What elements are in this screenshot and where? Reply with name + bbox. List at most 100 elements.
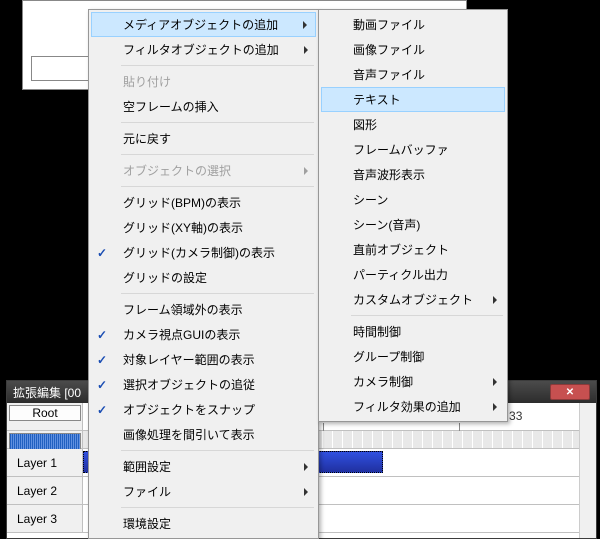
main-menu-item-label: グリッド(XY軸)の表示 — [123, 219, 243, 236]
main-menu-item-label: 範囲設定 — [123, 458, 171, 475]
root-button[interactable]: Root — [9, 405, 81, 421]
main-menu-item-label: グリッド(BPM)の表示 — [123, 194, 241, 211]
main-menu-item-label: グリッド(カメラ制御)の表示 — [123, 244, 275, 261]
sub-menu-item[interactable]: 図形 — [321, 112, 505, 137]
submenu-arrow-icon — [304, 46, 308, 54]
main-menu-item-label: 元に戻す — [123, 130, 171, 147]
check-icon: ✓ — [97, 246, 111, 260]
main-menu-item-label: 空フレームの挿入 — [123, 98, 219, 115]
menu-separator — [121, 450, 314, 451]
menu-separator — [121, 186, 314, 187]
submenu-arrow-icon — [303, 21, 307, 29]
menu-separator — [121, 122, 314, 123]
main-menu-item-label: 画像処理を間引いて表示 — [123, 426, 255, 443]
sub-menu-item-label: 動画ファイル — [353, 16, 425, 33]
main-menu-item[interactable]: 空フレームの挿入 — [91, 94, 316, 119]
sub-menu-item[interactable]: フィルタ効果の追加 — [321, 394, 505, 419]
main-menu-item-label: オブジェクトの選択 — [123, 162, 231, 179]
main-menu-item-label: 環境設定 — [123, 515, 171, 532]
scrollbar-vertical[interactable] — [579, 403, 596, 538]
layer-label[interactable]: Layer 3 — [7, 505, 83, 532]
main-menu-item: オブジェクトの選択 — [91, 158, 316, 183]
sub-menu-item-label: テキスト — [353, 91, 401, 108]
sub-menu-item[interactable]: シーン — [321, 187, 505, 212]
main-menu-item[interactable]: メディアオブジェクトの追加 — [91, 12, 316, 37]
main-menu-item[interactable]: ファイル — [91, 479, 316, 504]
sub-menu-item-label: フィルタ効果の追加 — [353, 398, 461, 415]
sub-menu-item[interactable]: 音声ファイル — [321, 62, 505, 87]
main-menu-item-label: フィルタオブジェクトの追加 — [123, 41, 279, 58]
submenu-arrow-icon — [304, 167, 308, 175]
sub-menu-item-label: パーティクル出力 — [353, 266, 448, 283]
main-menu-item[interactable]: グリッド(BPM)の表示 — [91, 190, 316, 215]
sub-menu-item[interactable]: 直前オブジェクト — [321, 237, 505, 262]
check-icon: ✓ — [97, 353, 111, 367]
main-menu-item[interactable]: 画像処理を間引いて表示 — [91, 422, 316, 447]
main-menu-item-label: 選択オブジェクトの追従 — [123, 376, 255, 393]
main-menu-item-label: メディアオブジェクトの追加 — [123, 16, 278, 33]
main-menu-item[interactable]: 範囲設定 — [91, 454, 316, 479]
menu-separator — [121, 293, 314, 294]
submenu-arrow-icon — [493, 378, 497, 386]
main-menu-item[interactable]: カメラ視点GUIの表示 ✓ — [91, 322, 316, 347]
sub-menu-item-label: 図形 — [353, 116, 377, 133]
main-menu-item-label: グリッドの設定 — [123, 269, 207, 286]
main-menu-item-label: 対象レイヤー範囲の表示 — [123, 351, 255, 368]
main-menu-item-label: ファイル — [123, 483, 171, 500]
sub-menu-item[interactable]: 画像ファイル — [321, 37, 505, 62]
close-icon[interactable]: ✕ — [550, 384, 590, 400]
menu-separator — [351, 315, 503, 316]
main-menu-item[interactable]: グリッド(XY軸)の表示 — [91, 215, 316, 240]
main-menu-item-label: フレーム領域外の表示 — [123, 301, 243, 318]
menu-separator — [121, 154, 314, 155]
main-menu-item[interactable]: 選択オブジェクトの追従 ✓ — [91, 372, 316, 397]
main-menu-item[interactable]: 環境設定 — [91, 511, 316, 536]
main-menu-item[interactable]: 元に戻す — [91, 126, 316, 151]
sub-menu-item-label: 音声波形表示 — [353, 166, 425, 183]
context-menu-sub: 動画ファイル画像ファイル音声ファイルテキスト図形フレームバッファ音声波形表示シー… — [318, 9, 508, 422]
main-menu-item-label: カメラ視点GUIの表示 — [123, 326, 240, 343]
main-menu-item-label: オブジェクトをスナップ — [123, 401, 255, 418]
sub-menu-item[interactable]: シーン(音声) — [321, 212, 505, 237]
submenu-arrow-icon — [493, 403, 497, 411]
sub-menu-item[interactable]: 音声波形表示 — [321, 162, 505, 187]
check-icon: ✓ — [97, 328, 111, 342]
sub-menu-item-label: 音声ファイル — [353, 66, 425, 83]
main-menu-item-label: 貼り付け — [123, 73, 171, 90]
main-menu-item[interactable]: グリッド(カメラ制御)の表示 ✓ — [91, 240, 316, 265]
submenu-arrow-icon — [304, 463, 308, 471]
sub-menu-item-label: カスタムオブジェクト — [353, 291, 473, 308]
sub-menu-item[interactable]: パーティクル出力 — [321, 262, 505, 287]
sub-menu-item[interactable]: 時間制御 — [321, 319, 505, 344]
main-menu-item: 貼り付け — [91, 69, 316, 94]
sub-menu-item-label: フレームバッファ — [353, 141, 449, 158]
background-inner — [31, 56, 91, 81]
menu-separator — [121, 65, 314, 66]
sub-menu-item[interactable]: カスタムオブジェクト — [321, 287, 505, 312]
sub-menu-item-label: シーン — [353, 191, 388, 208]
sub-menu-item-label: 画像ファイル — [353, 41, 425, 58]
timeline-title-text: 拡張編集 [00 — [13, 384, 81, 401]
submenu-arrow-icon — [304, 488, 308, 496]
main-menu-item[interactable]: フレーム領域外の表示 — [91, 297, 316, 322]
context-menu-main: メディアオブジェクトの追加フィルタオブジェクトの追加貼り付け空フレームの挿入元に… — [88, 9, 319, 539]
submenu-arrow-icon — [493, 296, 497, 304]
sub-menu-item[interactable]: フレームバッファ — [321, 137, 505, 162]
layer-label[interactable]: Layer 2 — [7, 477, 83, 504]
sub-menu-item-label: グループ制御 — [353, 348, 424, 365]
sub-menu-item-label: シーン(音声) — [353, 216, 420, 233]
check-icon: ✓ — [97, 403, 111, 417]
sub-menu-item[interactable]: カメラ制御 — [321, 369, 505, 394]
sub-menu-item-label: カメラ制御 — [353, 373, 413, 390]
main-menu-item[interactable]: グリッドの設定 — [91, 265, 316, 290]
sub-menu-item[interactable]: テキスト — [321, 87, 505, 112]
sub-menu-item-label: 直前オブジェクト — [353, 241, 449, 258]
main-menu-item[interactable]: オブジェクトをスナップ ✓ — [91, 397, 316, 422]
main-menu-item[interactable]: フィルタオブジェクトの追加 — [91, 37, 316, 62]
check-icon: ✓ — [97, 378, 111, 392]
menu-separator — [121, 507, 314, 508]
sub-menu-item[interactable]: 動画ファイル — [321, 12, 505, 37]
main-menu-item[interactable]: 対象レイヤー範囲の表示 ✓ — [91, 347, 316, 372]
sub-menu-item[interactable]: グループ制御 — [321, 344, 505, 369]
layer-label[interactable]: Layer 1 — [7, 449, 83, 476]
